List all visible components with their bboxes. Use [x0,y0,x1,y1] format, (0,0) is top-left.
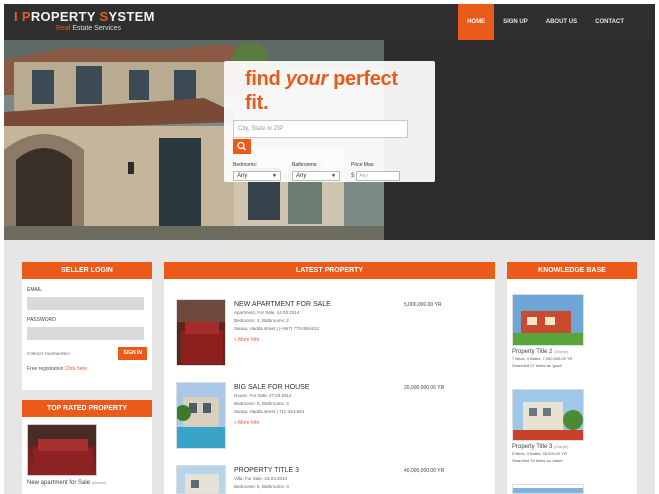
main-nav: HOME SIGN UP ABOUT US CONTACT [458,4,633,40]
villa-photo [177,466,225,493]
property-meta: Apartment, For Sale, 14.03.2014 [234,310,300,315]
nav-home[interactable]: HOME [458,4,495,40]
knowledge-image[interactable] [512,294,584,346]
search-filters: Bedrooms: Any ▼ Bathrooms: Any ▼ Price Max… [233,162,426,181]
building-photo [513,390,583,440]
site-header: I PROPERTY SYSTEM Real Estate Services H… [4,4,655,40]
seller-login-heading: SELLER LOGIN [22,262,152,279]
house-photo [513,295,583,345]
bathrooms-value: Any [296,173,307,179]
register-link[interactable]: Click here [65,366,87,372]
knowledge-image[interactable] [512,484,584,494]
email-field[interactable] [27,297,144,310]
knowledge-item: Property Title 2 (Owner) 7 Beds, 4 Baths… [512,294,584,369]
currency-symbol: $ [351,173,355,179]
bedrooms-select[interactable]: Any ▼ [233,171,281,181]
forgot-password-link[interactable]: FORGOT PASSWORD? [27,351,70,356]
logo-title: I PROPERTY SYSTEM [14,9,155,24]
location-search-input[interactable]: City, State or ZIP [233,120,408,138]
top-rated-image[interactable] [27,424,97,476]
nav-signup[interactable]: SIGN UP [494,4,537,40]
more-info-link[interactable]: » More Info [234,418,394,428]
property-price: 40,000,000.00 YR [404,468,445,474]
top-rated-heading: TOP RATED PROPERTY [22,400,152,417]
house-photo [177,383,225,448]
interior-photo [177,300,225,365]
search-headline: find your perfect fit. [245,68,398,114]
property-title[interactable]: BIG SALE FOR HOUSE [234,383,394,392]
nav-about-us[interactable]: ABOUT US [537,4,586,40]
top-rated-panel: TOP RATED PROPERTY New apartment for Sal… [22,400,152,494]
latest-property-heading: LATEST PROPERTY [164,262,495,279]
logo-subtitle: Real Estate Services [56,25,121,32]
bedrooms-value: Any [237,173,248,179]
property-title[interactable]: NEW APARTMENT FOR SALE [234,300,394,309]
knowledge-searched: Searched 27 times as 'good' [512,363,563,368]
property-meta: Villa, For Sale, 24.03.2014 [234,476,287,481]
latest-property-panel: LATEST PROPERTY NEW APARTMENT FOR SALE A… [164,262,495,494]
email-label: EMAIL [27,287,43,293]
property-address: Sanaa, Hadda street | (+967) 773-059-813 [234,326,319,331]
knowledge-searched: Searched 19 times as 'same' [512,458,564,463]
property-rooms: Bedrooms: 6, Bathrooms: 3 [234,484,289,489]
search-button[interactable] [233,139,251,154]
password-field[interactable] [27,327,144,340]
password-label: PASSWORD [27,317,56,323]
knowledge-base-panel: KNOWLEDGE BASE Property Title 2 (Owner) … [507,262,637,494]
bedrooms-filter: Bedrooms: Any ▼ [233,162,281,181]
building-photo [513,488,583,493]
bathrooms-label: Bathrooms: [292,162,318,168]
property-image[interactable] [176,382,226,449]
knowledge-image[interactable] [512,389,584,441]
chevron-down-icon: ▼ [331,173,336,179]
bathrooms-filter: Bathrooms: Any ▼ [292,162,340,181]
property-title[interactable]: PROPERTY TITLE 3 [234,466,394,475]
top-rated-caption[interactable]: New apartment for Sale (Owner) [27,480,147,486]
property-image[interactable] [176,465,226,494]
site-logo[interactable]: I PROPERTY SYSTEM Real Estate Services [14,10,155,33]
more-info-link[interactable]: » More Info [234,335,394,345]
property-rooms: Bedrooms: 3, Bathrooms: 2 [234,318,289,323]
nav-contact[interactable]: CONTACT [586,4,633,40]
knowledge-detail: 5 Beds, 3 Baths: 35,000.00 YR [512,451,567,456]
sign-in-button[interactable]: SIGN IN [118,347,147,360]
chevron-down-icon: ▼ [272,173,277,179]
seller-login-panel: SELLER LOGIN EMAIL PASSWORD FORGOT PASSW… [22,262,152,390]
price-max-label: Price Max: [351,162,375,168]
property-rooms: Bedrooms: 5, Bathrooms: 3 [234,401,289,406]
price-max-input[interactable]: Any [356,171,401,181]
knowledge-item [512,484,584,494]
bedrooms-label: Bedrooms: [233,162,258,168]
property-image[interactable] [176,299,226,366]
interior-photo [28,425,96,475]
search-panel: find your perfect fit. City, State or ZI… [224,61,435,182]
bathrooms-select[interactable]: Any ▼ [292,171,340,181]
property-price: 5,000,000.00 YR [404,302,442,308]
search-icon [237,141,246,151]
knowledge-item: Property Title 3 (Owner) 5 Beds, 3 Baths… [512,389,584,464]
content-area: SELLER LOGIN EMAIL PASSWORD FORGOT PASSW… [4,240,655,494]
free-registration: Free registration Click here [27,366,88,372]
knowledge-base-heading: KNOWLEDGE BASE [507,262,637,279]
price-filter: Price Max: $ Any [351,162,401,181]
property-meta: House, For Sale, 27.03.2014 [234,393,292,398]
knowledge-detail: 7 Beds, 4 Baths: 7,000,000.00 YR [512,356,573,361]
property-address: Sanaa, Hadda street | 711-344-924 [234,409,305,414]
property-price: 20,000,000.00 YR [404,385,445,391]
hero-banner: find your perfect fit. City, State or ZI… [4,40,655,240]
